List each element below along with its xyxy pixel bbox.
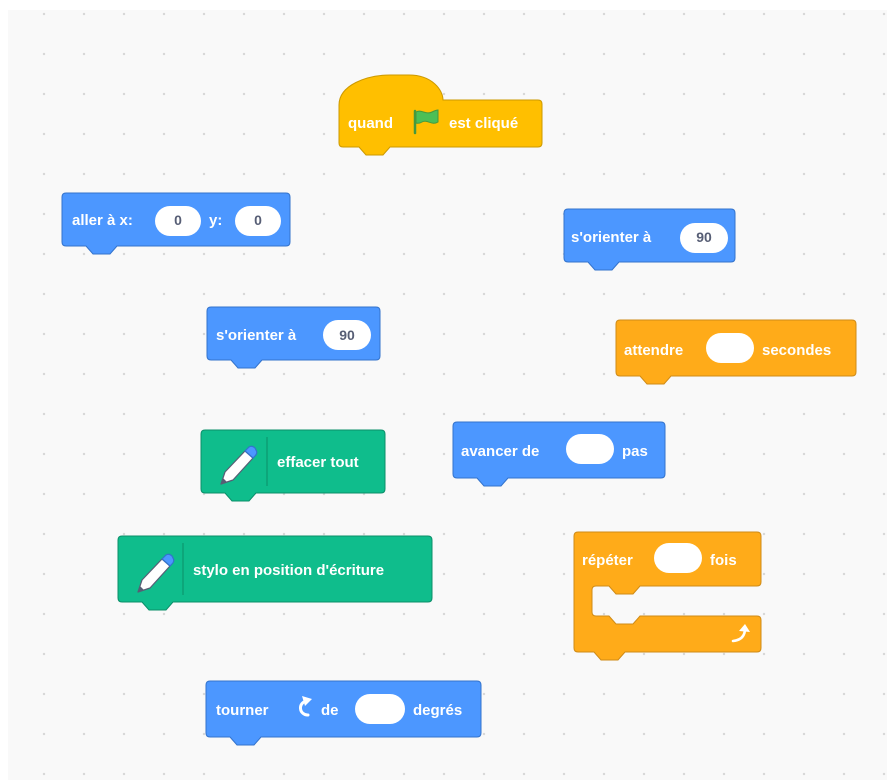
steps-input[interactable] [566, 434, 614, 464]
when-flag-clicked-block[interactable]: quand est cliqué [338, 74, 543, 156]
block-canvas: quand est cliqué aller à x: 0 y: 0 s'ori… [61, 74, 857, 746]
block-label: degrés [413, 702, 462, 719]
seconds-input[interactable] [706, 333, 754, 363]
go-to-xy-block[interactable]: aller à x: 0 y: 0 [61, 192, 291, 255]
block-label: s'orienter à [571, 229, 652, 246]
block-label: stylo en position d'écriture [193, 562, 384, 579]
block-label: tourner [216, 702, 269, 719]
block-label: quand [348, 115, 393, 132]
block-label: s'orienter à [216, 327, 297, 344]
repeat-count-input[interactable] [654, 543, 702, 573]
block-label: est cliqué [449, 115, 518, 132]
block-label: répéter [582, 552, 633, 569]
block-label: attendre [624, 342, 683, 359]
turn-right-block[interactable]: tourner de degrés [205, 680, 482, 746]
degrees-input[interactable] [355, 694, 405, 724]
repeat-block[interactable]: répéter fois [573, 531, 762, 661]
wait-seconds-block[interactable]: attendre secondes [615, 319, 857, 385]
block-label: pas [622, 443, 648, 460]
direction-value: 90 [696, 229, 712, 245]
block-label: effacer tout [277, 454, 359, 471]
x-value: 0 [174, 212, 182, 228]
block-label: avancer de [461, 443, 539, 460]
move-steps-block[interactable]: avancer de pas [452, 421, 666, 487]
block-label: secondes [762, 342, 831, 359]
pen-clear-block[interactable]: effacer tout [200, 429, 386, 502]
block-label: aller à x: [72, 212, 133, 229]
direction-value: 90 [339, 327, 355, 343]
block-label: y: [209, 212, 222, 229]
pen-down-block[interactable]: stylo en position d'écriture [117, 535, 433, 611]
block-label: fois [710, 552, 737, 569]
point-in-direction-block[interactable]: s'orienter à 90 [563, 208, 736, 271]
block-label: de [321, 702, 339, 719]
point-in-direction-block[interactable]: s'orienter à 90 [206, 306, 381, 369]
y-value: 0 [254, 212, 262, 228]
